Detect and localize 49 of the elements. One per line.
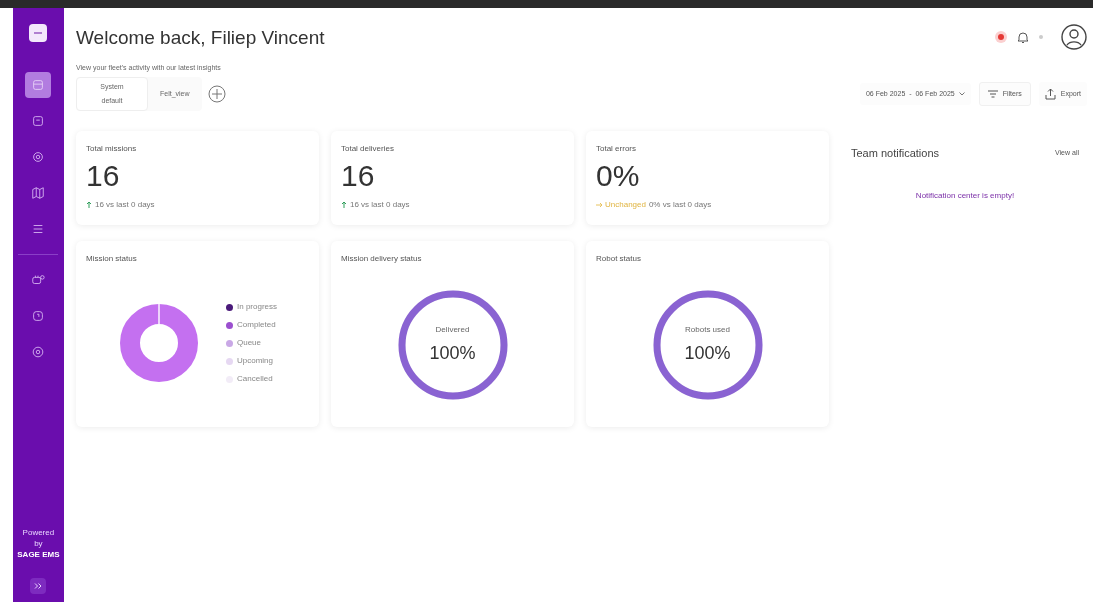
trend-label: Unchanged: [605, 199, 646, 211]
card-title: Total missions: [86, 143, 138, 155]
box-icon: [31, 114, 46, 128]
caret-icon: [958, 92, 965, 96]
legend-label: Completed: [237, 319, 276, 331]
empty-message: Notification center is empty!: [914, 189, 1016, 202]
chevrons-right-icon: [34, 583, 43, 589]
ring-label: Delivered: [435, 323, 470, 336]
logo-icon: [29, 24, 48, 42]
stat-value: 16: [341, 159, 376, 193]
record-icon[interactable]: [995, 31, 1007, 43]
legend-label: In progress: [237, 301, 278, 313]
card-title: Mission status: [86, 253, 138, 265]
stat-value: 16: [86, 159, 121, 193]
powered-by-text: SAGE EMS: [17, 549, 60, 560]
powered-by-text: Powered: [22, 527, 55, 538]
ring-value: 100%: [684, 341, 731, 365]
card-title: Total deliveries: [341, 143, 395, 155]
dashboard-icon: [31, 78, 46, 92]
stat-value: 0%: [596, 159, 641, 193]
map-icon: [31, 186, 46, 200]
stat-detail: 16 vs last 0 days: [350, 199, 410, 211]
gear-icon: [31, 150, 46, 164]
card-title: Robot status: [596, 253, 642, 265]
arrow-right-icon: [596, 201, 602, 209]
ring-value: 100%: [429, 341, 476, 365]
stat-detail: 16 vs last 0 days: [95, 199, 155, 211]
collapse-button[interactable]: [30, 578, 47, 594]
stat-detail: 0% vs last 0 days: [648, 199, 712, 211]
card-title: Mission delivery status: [341, 253, 423, 265]
robot-icon: [31, 273, 46, 287]
arrow-up-icon: [86, 201, 92, 209]
arrow-up-icon: [341, 201, 347, 209]
legend-label: Cancelled: [237, 373, 273, 385]
filter-icon: [987, 90, 998, 98]
add-view-icon[interactable]: [207, 85, 226, 103]
user-icon[interactable]: [1061, 24, 1087, 50]
card-title: Total errors: [596, 143, 637, 155]
bell-icon[interactable]: [1017, 30, 1029, 44]
panel-title: Team notifications: [851, 146, 940, 161]
ring-label: Robots used: [685, 323, 730, 336]
help-icon: [31, 309, 46, 323]
page-title: Welcome back, Filiep Vincent: [76, 26, 325, 50]
powered-by-text: by: [34, 538, 43, 549]
upload-icon: [1044, 88, 1056, 100]
legend-label: Upcoming: [237, 355, 273, 367]
settings-icon: [31, 345, 46, 359]
legend-label: Queue: [237, 337, 262, 349]
sidebar-item[interactable]: [25, 72, 52, 98]
